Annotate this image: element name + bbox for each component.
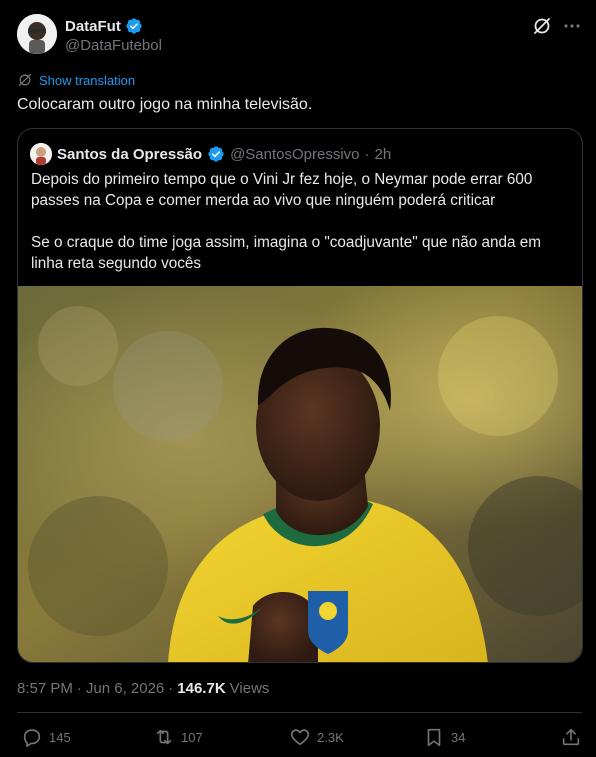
share-icon bbox=[562, 728, 580, 746]
reply-icon bbox=[23, 729, 41, 747]
tweet-header: DataFut @DataFutebol bbox=[17, 14, 582, 56]
show-translation-link[interactable]: Show translation bbox=[17, 72, 135, 88]
reply-button[interactable]: 145 bbox=[21, 726, 71, 748]
quoted-tweet-header: Santos da Opressão @SantosOpressivo · 2h bbox=[30, 143, 391, 165]
translate-icon bbox=[18, 73, 32, 87]
author-avatar[interactable] bbox=[17, 14, 57, 54]
action-bar: 145 107 2.3K 34 bbox=[17, 726, 582, 754]
bookmark-button[interactable]: 34 bbox=[423, 726, 465, 748]
tweet-time[interactable]: 8:57 PM bbox=[17, 680, 73, 697]
author-name[interactable]: DataFut bbox=[65, 18, 121, 35]
quoted-author-avatar bbox=[30, 143, 52, 165]
divider bbox=[17, 712, 582, 713]
bookmark-icon bbox=[427, 728, 441, 747]
quoted-author-name: Santos da Opressão bbox=[57, 145, 203, 163]
author-name-row: DataFut bbox=[65, 17, 143, 35]
quoted-tweet[interactable]: Santos da Opressão @SantosOpressivo · 2h… bbox=[17, 128, 583, 663]
tweet-meta: 8:57 PM · Jun 6, 2026 · 146.7K Views bbox=[17, 680, 269, 697]
more-icon[interactable] bbox=[562, 16, 582, 36]
like-count: 2.3K bbox=[317, 729, 344, 745]
quoted-time: 2h bbox=[374, 145, 392, 163]
views-count[interactable]: 146.7K bbox=[177, 680, 225, 697]
meta-separator: · bbox=[168, 680, 174, 697]
author-handle[interactable]: @DataFutebol bbox=[65, 37, 162, 54]
quoted-author-handle: @SantosOpressivo bbox=[230, 145, 360, 163]
like-button[interactable]: 2.3K bbox=[289, 726, 344, 748]
repost-button[interactable]: 107 bbox=[153, 726, 203, 748]
reply-count: 145 bbox=[49, 729, 71, 745]
repost-count: 107 bbox=[181, 729, 203, 745]
show-translation-label: Show translation bbox=[39, 72, 136, 88]
bookmark-count: 34 bbox=[451, 729, 466, 745]
quoted-tweet-photo[interactable] bbox=[18, 286, 583, 663]
views-label: Views bbox=[229, 680, 270, 697]
repost-icon bbox=[156, 729, 172, 745]
quoted-tweet-text: Depois do primeiro tempo que o Vini Jr f… bbox=[31, 171, 542, 272]
verified-badge-icon bbox=[126, 18, 142, 34]
tweet-text: Colocaram outro jogo na minha televisão. bbox=[17, 96, 313, 113]
grok-icon[interactable] bbox=[532, 16, 552, 36]
share-button[interactable] bbox=[560, 726, 582, 748]
heart-icon bbox=[290, 729, 310, 746]
quoted-separator: · bbox=[364, 145, 370, 163]
meta-separator: · bbox=[76, 680, 82, 697]
verified-badge-icon bbox=[208, 146, 224, 162]
tweet-date[interactable]: Jun 6, 2026 bbox=[86, 680, 164, 697]
